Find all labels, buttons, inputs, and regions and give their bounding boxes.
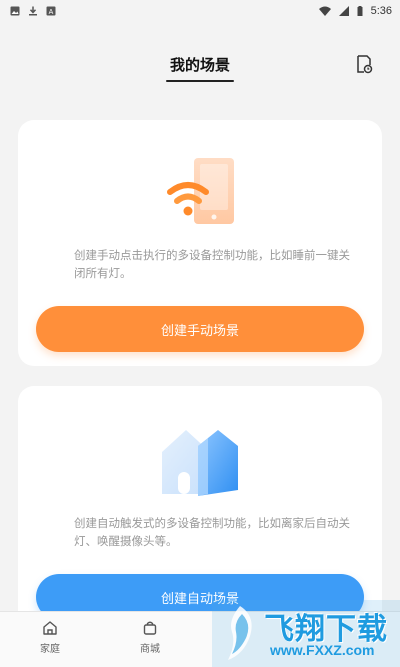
title-underline <box>166 80 234 82</box>
page-title: 我的场景 <box>169 56 230 74</box>
nav-item-mall[interactable]: 商城 <box>120 620 180 655</box>
wifi-signal-icon <box>318 6 331 16</box>
manual-scene-card: 创建手动点击执行的多设备控制功能，比如睡前一键关闭所有灯。 创建手动场景 <box>18 120 382 366</box>
image-icon <box>10 6 20 16</box>
watermark-logo-icon <box>228 606 252 660</box>
header: 我的场景 <box>0 40 400 88</box>
nav-home-label: 家庭 <box>40 644 60 655</box>
status-bar: A 5:36 <box>0 0 400 22</box>
svg-text:A: A <box>49 9 54 16</box>
status-right: 5:36 <box>318 5 392 17</box>
nav-mall-label: 商城 <box>140 644 160 655</box>
status-time: 5:36 <box>370 5 392 17</box>
watermark: 飞翔下载 www.FXXZ.com <box>212 600 400 667</box>
battery-icon <box>357 6 363 16</box>
manual-scene-description: 创建手动点击执行的多设备控制功能，比如睡前一键关闭所有灯。 <box>74 248 350 280</box>
watermark-sub-text: www.FXXZ.com <box>270 642 375 658</box>
scene-log-icon[interactable] <box>354 54 374 74</box>
cell-signal-icon <box>338 6 349 16</box>
create-manual-scene-button[interactable]: 创建手动场景 <box>36 306 364 352</box>
shopping-bag-icon <box>143 621 157 635</box>
wifi-phone-illustration <box>167 158 234 224</box>
auto-scene-description: 创建自动触发式的多设备控制功能，比如离家后自动关灯、唤醒摄像头等。 <box>74 516 350 548</box>
nav-item-home[interactable]: 家庭 <box>20 620 80 655</box>
download-icon <box>29 6 37 16</box>
home-icon <box>43 621 57 635</box>
house-illustration <box>162 430 238 496</box>
status-left: A <box>10 6 56 16</box>
a-app-icon: A <box>46 6 56 16</box>
